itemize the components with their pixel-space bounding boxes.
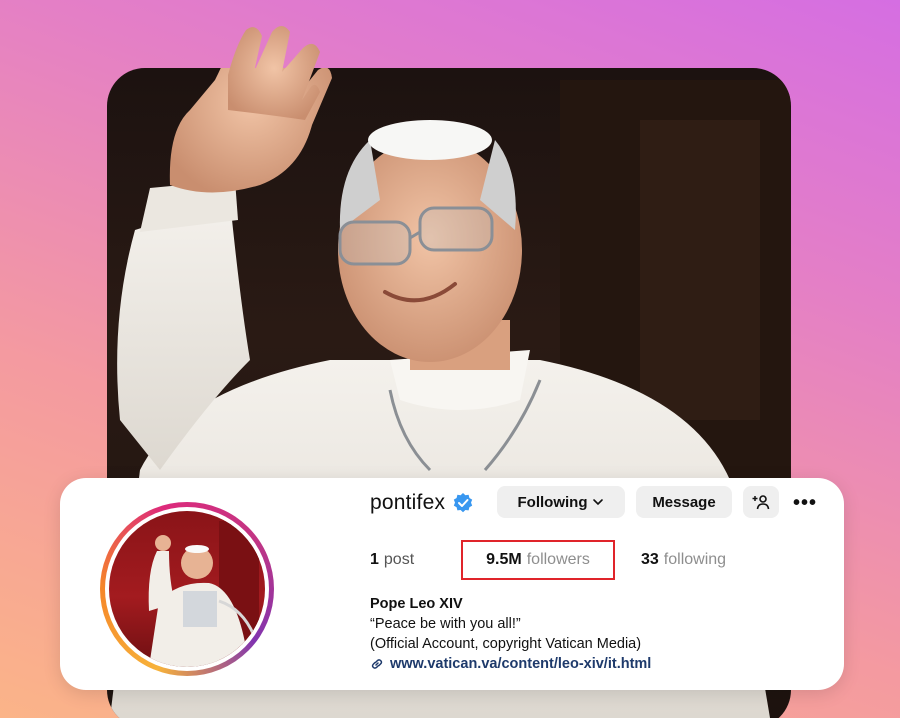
username-row: pontifex (370, 488, 473, 518)
avatar[interactable] (109, 511, 265, 667)
profile-card: pontifex Following Message ••• 1 post 9.… (60, 478, 844, 690)
posts-number: 1 (370, 551, 379, 568)
followers-label: followers (526, 551, 590, 568)
bio: Pope Leo XIV “Peace be with you all!” (O… (370, 594, 651, 674)
followers-count[interactable]: 9.5M followers (461, 540, 615, 580)
message-button-label: Message (652, 493, 716, 511)
link-icon (371, 659, 383, 669)
verified-badge-icon (453, 493, 473, 513)
posts-count: 1 post (370, 540, 414, 580)
avatar-picture (148, 521, 261, 667)
following-number: 33 (641, 551, 659, 568)
bio-line-copyright: (Official Account, copyright Vatican Med… (370, 636, 642, 652)
message-button[interactable]: Message (636, 486, 732, 518)
website-link-text: www.vatican.va/content/leo-xiv/it.html (390, 656, 652, 672)
website-link[interactable]: www.vatican.va/content/leo-xiv/it.html (370, 654, 651, 674)
display-name: Pope Leo XIV (370, 596, 463, 612)
following-count[interactable]: 33 following (641, 540, 726, 580)
add-user-button[interactable] (743, 486, 779, 518)
followers-number: 9.5M (486, 551, 522, 568)
following-button-label: Following (517, 493, 588, 511)
bio-line-quote: “Peace be with you all!” (370, 616, 521, 632)
more-options-icon[interactable]: ••• (793, 492, 817, 515)
add-user-icon (752, 495, 770, 510)
username: pontifex (370, 491, 446, 514)
following-button[interactable]: Following (497, 486, 625, 518)
story-ring[interactable] (100, 502, 274, 676)
chevron-down-icon (593, 499, 604, 506)
following-label: following (663, 551, 727, 568)
posts-label: post (383, 551, 415, 568)
